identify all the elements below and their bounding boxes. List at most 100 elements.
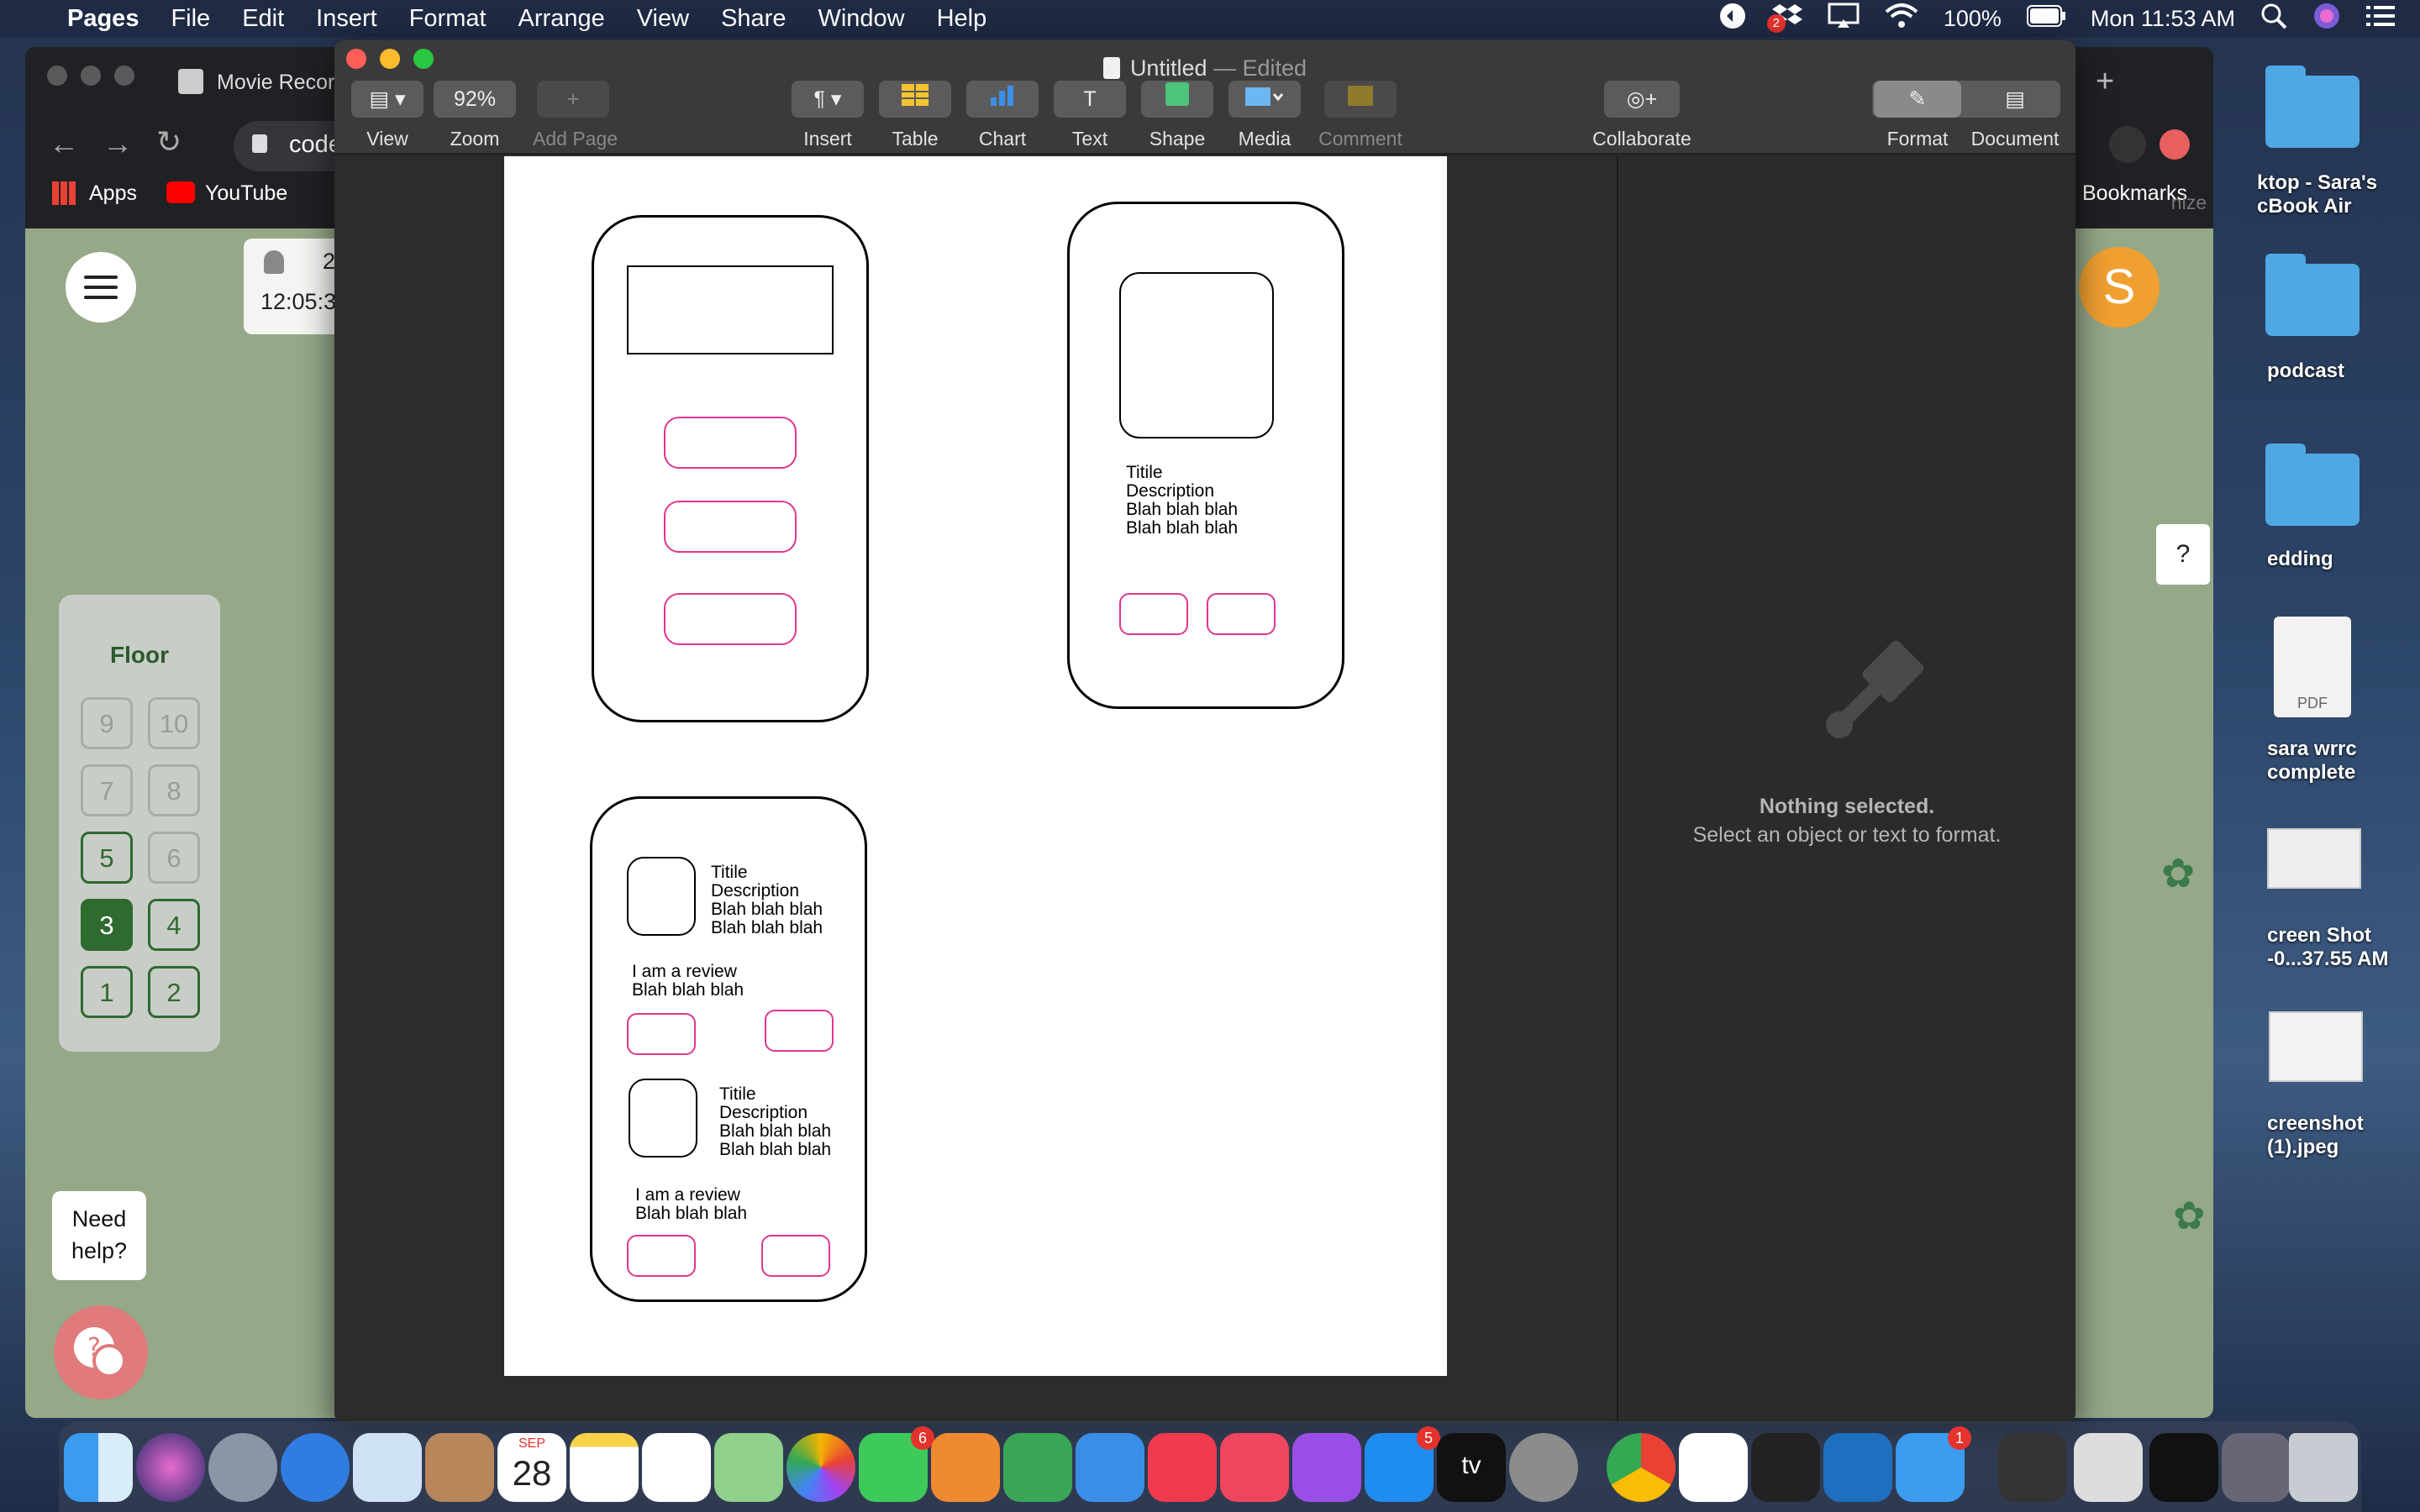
hamburger-menu-button[interactable] [66,252,136,323]
terminal-icon[interactable] [1751,1433,1820,1502]
contacts-icon[interactable] [425,1433,494,1502]
slack-icon[interactable] [1679,1433,1748,1502]
system-preferences-icon[interactable] [1509,1433,1578,1502]
desktop-folder-icon[interactable] [2265,444,2360,526]
menu-help[interactable]: Help [937,5,987,33]
keynote-icon[interactable] [1076,1433,1144,1502]
floor-button-7[interactable]: 7 [81,764,133,816]
finder-icon[interactable] [64,1433,133,1502]
wireframe-text-block[interactable]: Titile Description Blah blah blah Blah b… [719,1085,831,1159]
wireframe-button[interactable] [761,1235,830,1277]
screenshot-thumbnail-icon[interactable] [2267,828,2361,889]
collaborate-button[interactable]: ◎+ Collaborate [1575,81,1709,150]
menu-insert[interactable]: Insert [316,5,377,33]
airplay-icon[interactable] [1828,3,1860,35]
recent-window-thumb[interactable] [2149,1433,2218,1502]
reminders-icon[interactable] [642,1433,711,1502]
comment-button[interactable]: Comment [1314,81,1407,150]
recent-window-thumb[interactable] [2222,1433,2291,1502]
zoom-button[interactable]: 92% Zoom [434,81,516,150]
document-page[interactable]: Titile Description Blah blah blah Blah b… [504,156,1447,1376]
screenshot-thumbnail-icon[interactable] [2269,1011,2363,1082]
wireframe-button[interactable] [1119,593,1188,635]
chrome-minimize-button[interactable] [81,66,101,86]
desktop-item-label[interactable]: ktop - Sara's cBook Air [2257,171,2408,218]
media-button[interactable]: Media [1227,81,1302,150]
battery-icon[interactable] [2026,4,2065,33]
wireframe-button[interactable] [664,501,797,553]
floor-button-4[interactable]: 4 [148,899,200,951]
siri-icon[interactable] [2312,2,2341,36]
floor-button-9[interactable]: 9 [81,697,133,749]
chrome-icon[interactable] [1607,1433,1676,1502]
view-button[interactable]: ▤ ▾ View [351,81,424,150]
menu-format[interactable]: Format [409,5,487,33]
reload-icon[interactable]: ↻ [156,124,182,160]
shape-button[interactable]: Shape [1139,81,1215,150]
profile-avatar[interactable] [2109,126,2146,163]
status-icon-app[interactable] [1718,2,1747,36]
wireframe-button[interactable] [627,1013,696,1055]
desktop-item-label[interactable]: podcast [2267,360,2344,383]
desktop-folder-icon[interactable] [2265,66,2360,148]
music-icon[interactable] [1220,1433,1289,1502]
help-question-button[interactable]: ? [2156,524,2210,585]
messages-icon[interactable]: 1 [1896,1426,1971,1502]
wireframe-button[interactable] [765,1010,834,1052]
menu-edit[interactable]: Edit [242,5,284,33]
help-chat-button[interactable]: ? [54,1305,148,1399]
apps-grid-icon[interactable] [52,181,76,205]
launchpad-icon[interactable] [208,1433,277,1502]
floor-button-1[interactable]: 1 [81,966,133,1018]
menu-view[interactable]: View [637,5,689,33]
mail-icon[interactable] [353,1433,422,1502]
menu-arrange[interactable]: Arrange [518,5,605,33]
dropbox-icon[interactable]: 2 [1766,3,1802,35]
desktop-item-label[interactable]: creen Shot -0...37.55 AM [2267,924,2389,971]
menu-file[interactable]: File [171,5,210,33]
notes-icon[interactable] [570,1433,639,1502]
add-page-button[interactable]: + Add Page [533,81,618,150]
siri-dock-icon[interactable] [136,1433,205,1502]
forward-icon[interactable]: → [103,126,133,161]
maps-icon[interactable] [714,1433,783,1502]
photos-icon[interactable] [786,1433,855,1502]
document-button[interactable]: ▤ Document [1966,81,2064,150]
menu-share[interactable]: Share [721,5,786,33]
clock[interactable]: Mon 11:53 AM [2091,6,2235,32]
extension-icon[interactable] [2160,129,2190,160]
floor-button-8[interactable]: 8 [148,764,200,816]
floor-button-3[interactable]: 3 [81,899,133,951]
format-button[interactable]: ✎ Format [1869,81,1966,150]
text-button[interactable]: T Text [1052,81,1128,150]
wireframe-banner-box[interactable] [627,265,834,354]
user-avatar[interactable]: S [2079,247,2160,328]
wireframe-button[interactable] [664,417,797,469]
chart-button[interactable]: Chart [965,81,1040,150]
wireframe-text-block[interactable]: Titile Description Blah blah blah Blah b… [711,864,823,937]
wifi-icon[interactable] [1885,3,1918,34]
desktop-item-label[interactable]: creenshot (1).jpeg [2267,1112,2364,1159]
desktop-item-label[interactable]: edding [2267,548,2333,571]
table-button[interactable]: Table [877,81,953,150]
wireframe-button[interactable] [627,1235,696,1277]
insert-button[interactable]: ¶ ▾ Insert [790,81,865,150]
wireframe-thumb-box[interactable] [629,1079,697,1158]
bookmark-apps[interactable]: Apps [89,181,137,206]
floor-button-2[interactable]: 2 [148,966,200,1018]
calendar-icon[interactable]: SEP 28 [497,1433,566,1502]
menu-app-name[interactable]: Pages [67,5,139,33]
floor-button-6[interactable]: 6 [148,832,200,884]
keynote-presentation-icon[interactable] [931,1433,1000,1502]
notification-center-icon[interactable] [2366,4,2395,34]
recent-window-thumb[interactable] [2074,1433,2143,1502]
spotlight-icon[interactable] [2260,3,2287,35]
wireframe-image-box[interactable] [1119,272,1274,438]
wireframe-button[interactable] [1207,593,1276,635]
battery-percent[interactable]: 100% [1944,6,2002,32]
chrome-tab-title[interactable]: Movie Recor [217,71,334,95]
wireframe-review-text[interactable]: I am a review Blah blah blah [632,963,744,1000]
podcasts-icon[interactable] [1292,1433,1361,1502]
new-tab-icon[interactable]: + [2096,64,2114,100]
pdf-file-icon[interactable]: PDF [2274,617,2351,717]
